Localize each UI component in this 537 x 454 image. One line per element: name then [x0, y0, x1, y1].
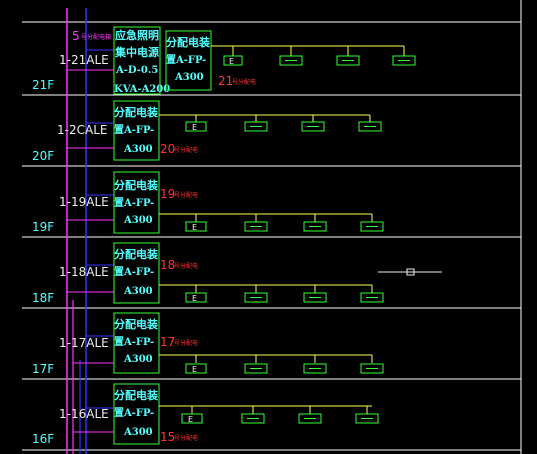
floor-label: 19F [32, 220, 54, 234]
floor-18: 18F 1-18ALE 分配电装 置A-FP- A300 18 号分配电 E [32, 242, 442, 305]
box-line-3: A300 [123, 427, 153, 438]
box-line-3: A300 [123, 215, 153, 226]
floor-label: 21F [32, 78, 54, 92]
frame [22, 0, 522, 454]
box-line-3: A300 [174, 72, 204, 83]
floor-16: 16F 1-16ALE 分配电装 置A-FP- A300 15 号分配电 E [32, 383, 379, 446]
floor-20: 20F 1-2CALE 分配电装 置A-FP- A300 20 号分配电 E [32, 100, 382, 163]
ale-label: 1-2CALE [57, 123, 107, 137]
box-line-3: A300 [123, 286, 153, 297]
ale-label: 1-16ALE [59, 407, 109, 421]
box-line-2: 置A-FP- [166, 54, 206, 66]
floor-label: 16F [32, 432, 54, 446]
note-number: 21 [218, 74, 233, 88]
exit-fixture-label: E [192, 365, 197, 374]
exit-fixture-label: E [192, 223, 197, 232]
floor-17: 17F 1-17ALE 分配电装 置A-FP- A300 17 号分配电 E [32, 312, 384, 376]
emergency-box-line-4: KVA-A200 [114, 84, 170, 95]
box-line-2: 置A-FP- [114, 266, 154, 278]
exit-fixture-label: E [188, 415, 193, 424]
box-line-2: 置A-FP- [114, 407, 154, 419]
box-line-3: A300 [123, 354, 153, 365]
note-number: 18 [160, 258, 175, 272]
ale-label: 1-21ALE [59, 53, 109, 67]
box-line-1: 分配电装 [114, 317, 158, 331]
top-label: 5 [72, 29, 80, 43]
note-number: 15 [160, 430, 175, 444]
note-number: 20 [160, 142, 175, 156]
note-small: 号分配电 [174, 434, 198, 442]
ale-label: 1-18ALE [59, 265, 109, 279]
note-small: 号分配电 [174, 146, 198, 154]
emergency-box-line-2: 集中电源 [114, 45, 159, 59]
box-line-2: 置A-FP- [114, 336, 154, 348]
note-small: 号分配电 [174, 191, 198, 199]
note-number: 19 [160, 187, 175, 201]
riser-diagram: 5 号分配电箱 应急照明 集中电源 A-D-0.5 KVA-A200 21F 1… [22, 0, 522, 454]
box-line-1: 分配电装 [114, 178, 158, 192]
emergency-box-line-1: 应急照明 [115, 28, 159, 42]
note-small: 号分配电 [174, 262, 198, 270]
note-number: 17 [160, 335, 175, 349]
floor-19: 19F 1-19ALE 分配电装 置A-FP- A300 19 号分配电 E [32, 171, 384, 234]
emergency-box-line-3: A-D-0.5 [115, 65, 158, 76]
box-line-1: 分配电装 [114, 105, 158, 119]
note-small: 号分配电 [232, 78, 256, 86]
note-small: 号分配电 [174, 339, 198, 347]
box-line-3: A300 [123, 144, 153, 155]
floor-label: 17F [32, 362, 54, 376]
box-line-2: 置A-FP- [114, 197, 154, 209]
ale-label: 1-19ALE [59, 195, 109, 209]
risers [66, 8, 114, 454]
box-line-1: 分配电装 [114, 388, 158, 402]
exit-fixture-label: E [192, 294, 197, 303]
exit-fixture-label: E [192, 123, 197, 132]
floor-label: 18F [32, 291, 54, 305]
top-label-small: 号分配电箱 [81, 33, 111, 41]
ale-label: 1-17ALE [59, 336, 109, 350]
exit-fixture-label: E [229, 57, 234, 66]
box-line-1: 分配电装 [114, 247, 158, 261]
box-line-2: 置A-FP- [114, 124, 154, 136]
box-line-1: 分配电装 [166, 35, 210, 49]
floor-label: 20F [32, 149, 54, 163]
